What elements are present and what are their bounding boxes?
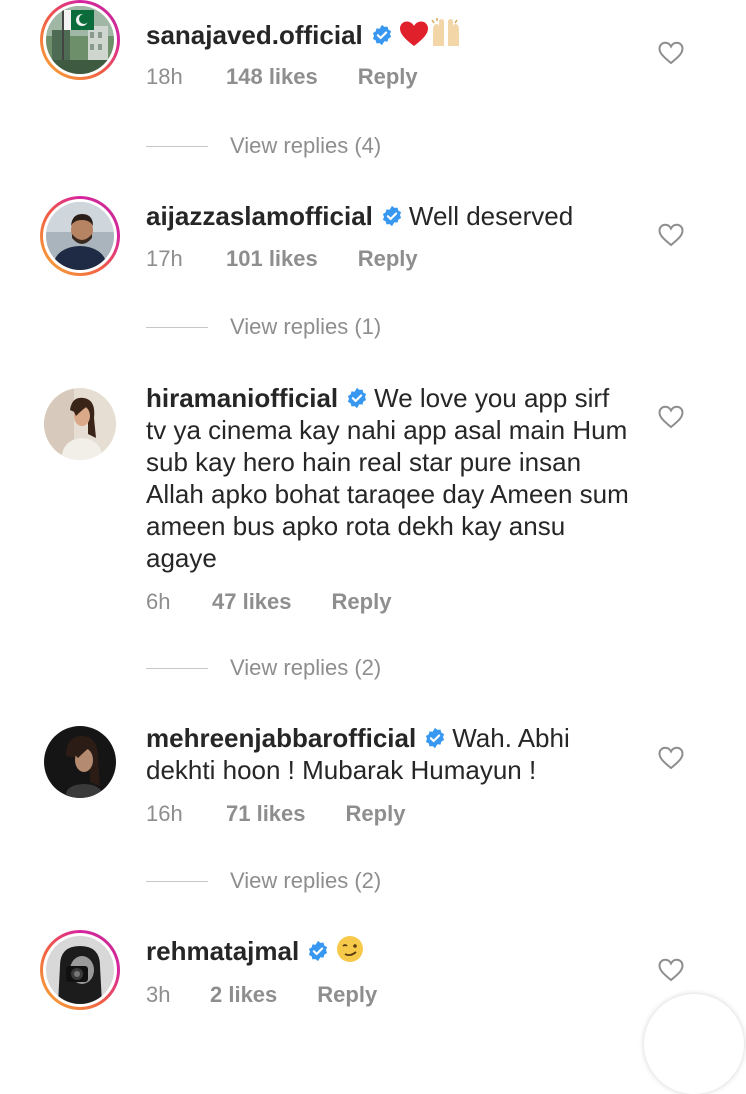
- likes-count[interactable]: 2 likes: [210, 982, 277, 1008]
- avatar[interactable]: [40, 930, 120, 1010]
- verified-badge-icon: [426, 727, 445, 749]
- comment-time: 16h: [146, 801, 183, 826]
- avatar[interactable]: [40, 384, 120, 464]
- heart-outline-icon[interactable]: [658, 405, 684, 429]
- username[interactable]: aijazzaslamofficial: [146, 201, 373, 231]
- comment-time: 3h: [146, 982, 171, 1007]
- reply-button[interactable]: Reply: [346, 801, 406, 827]
- comment-time: 6h: [146, 589, 171, 614]
- verified-badge-icon: [348, 387, 367, 409]
- avatar[interactable]: [40, 196, 120, 276]
- avatar-woman-dark-image: [44, 726, 116, 798]
- view-replies-label: View replies (4): [230, 133, 382, 158]
- winking-face-emoji: [335, 934, 365, 971]
- likes-count[interactable]: 101 likes: [226, 246, 318, 272]
- raising-hands-emoji: [429, 18, 463, 55]
- comment-meta: 17h 101 likes Reply: [146, 246, 418, 272]
- reply-button[interactable]: Reply: [332, 589, 392, 615]
- comment-text-block: mehreenjabbarofficial Wah. Abhi dekhti ho…: [146, 722, 636, 786]
- verified-badge-icon: [309, 940, 328, 962]
- comment-meta: 3h 2 likes Reply: [146, 982, 377, 1008]
- username[interactable]: rehmatajmal: [146, 936, 299, 966]
- verified-badge-icon: [382, 205, 401, 227]
- comment-text-block: rehmatajmal: [146, 934, 636, 971]
- view-replies-label: View replies (2): [230, 868, 382, 893]
- avatar-woman-light-image: [44, 388, 116, 460]
- red-heart-emoji: [399, 20, 429, 55]
- heart-outline-icon[interactable]: [658, 223, 684, 247]
- divider-line: [146, 880, 208, 882]
- view-replies-label: View replies (2): [230, 655, 382, 680]
- likes-count[interactable]: 71 likes: [226, 801, 306, 827]
- view-replies-label: View replies (1): [230, 314, 382, 339]
- comment-meta: 18h 148 likes Reply: [146, 64, 418, 90]
- likes-count[interactable]: 148 likes: [226, 64, 318, 90]
- heart-outline-icon[interactable]: [658, 746, 684, 770]
- divider-line: [146, 667, 208, 669]
- avatar-camera-bw-image: [46, 936, 114, 1004]
- view-replies-button[interactable]: View replies (2): [146, 653, 381, 683]
- divider-line: [146, 145, 208, 147]
- likes-count[interactable]: 47 likes: [212, 589, 292, 615]
- avatar-man-bearded-image: [46, 202, 114, 270]
- username[interactable]: hiramaniofficial: [146, 383, 338, 413]
- avatar-flag-building-image: [46, 6, 114, 74]
- comment-text-block: aijazzaslamofficial Well deserved: [146, 200, 636, 232]
- avatar[interactable]: [40, 722, 120, 802]
- comment-text-block: hiramaniofficial We love you app sirf tv …: [146, 382, 636, 574]
- reply-button[interactable]: Reply: [358, 64, 418, 90]
- verified-badge-icon: [372, 24, 391, 46]
- comment-meta: 16h 71 likes Reply: [146, 801, 405, 827]
- view-replies-button[interactable]: View replies (4): [146, 131, 381, 161]
- heart-outline-icon[interactable]: [658, 41, 684, 65]
- heart-outline-icon[interactable]: [658, 958, 684, 982]
- comment-meta: 6h 47 likes Reply: [146, 589, 391, 615]
- reply-button[interactable]: Reply: [358, 246, 418, 272]
- comment-time: 18h: [146, 64, 183, 89]
- comment-text-block: sanajaved.official: [146, 18, 636, 55]
- username[interactable]: mehreenjabbarofficial: [146, 723, 416, 753]
- view-replies-button[interactable]: View replies (1): [146, 312, 381, 342]
- divider-line: [146, 326, 208, 328]
- view-replies-button[interactable]: View replies (2): [146, 866, 381, 896]
- comment-time: 17h: [146, 246, 183, 271]
- reply-button[interactable]: Reply: [317, 982, 377, 1008]
- avatar[interactable]: [40, 0, 120, 80]
- username[interactable]: sanajaved.official: [146, 20, 363, 50]
- floating-action-button[interactable]: [644, 994, 744, 1094]
- comment-text: Well deserved: [408, 201, 574, 231]
